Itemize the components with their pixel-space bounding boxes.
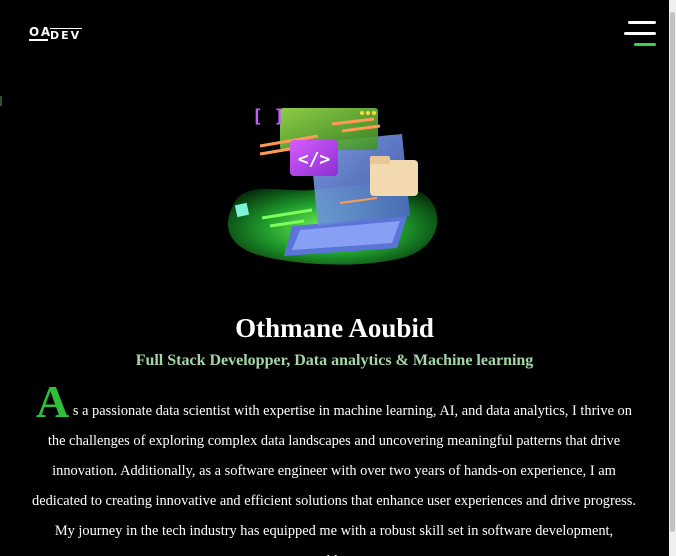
site-logo[interactable]: OA DEV bbox=[29, 24, 87, 46]
svg-text:[ ]: [ ] bbox=[252, 106, 285, 127]
vertical-scrollbar[interactable] bbox=[669, 0, 676, 556]
about-text: s a passionate data scientist with exper… bbox=[32, 403, 636, 556]
profile-subtitle: Full Stack Developper, Data analytics & … bbox=[135, 352, 534, 369]
about-paragraph: A s a passionate data scientist with exp… bbox=[28, 379, 640, 556]
laptop-code-illustration: </> [ ] bbox=[222, 98, 446, 268]
menu-bar-middle bbox=[624, 32, 656, 35]
menu-bar-top bbox=[628, 21, 656, 24]
logo-dev-text: DEV bbox=[50, 29, 82, 42]
scrollbar-thumb[interactable] bbox=[670, 12, 675, 532]
profile-name: Othmane Aoubid bbox=[235, 313, 434, 343]
logo-underline bbox=[29, 39, 48, 41]
edge-marker bbox=[0, 96, 2, 106]
menu-bar-bottom bbox=[634, 43, 656, 46]
dropcap-letter: A bbox=[36, 376, 70, 427]
page: OA DEV </> [] Othmane Aoubid Full Stack… bbox=[0, 0, 669, 556]
hamburger-menu-icon[interactable] bbox=[624, 21, 656, 47]
logo-oa-text: OA bbox=[29, 25, 53, 39]
svg-text:</>: </> bbox=[298, 149, 331, 170]
